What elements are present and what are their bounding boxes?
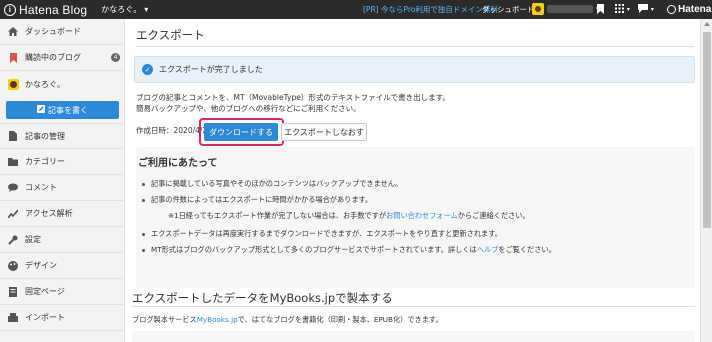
grid-menu-icon[interactable]: ▾ (615, 0, 630, 19)
hatena-blog-logo[interactable]: i Hatena Blog (4, 3, 87, 17)
note-subitem: ※1日経ってもエクスポート作業が完了しない場合は、お手数ですがお問い合わせフォー… (168, 211, 530, 220)
wrench-icon (8, 235, 18, 245)
sidebar-item-articles[interactable]: 記事の管理 (0, 123, 124, 149)
usage-notes-box: ご利用にあたって 記事に掲載している写真やそのほかのコンテンツはバックアップでき… (136, 147, 695, 288)
check-circle-icon: ✓ (142, 64, 153, 75)
user-menu[interactable]: ▾ (532, 3, 600, 15)
main-content: エクスポート ✓ エクスポートが完了しました ブログの記事とコメントを、MT（M… (126, 19, 699, 342)
note-item: 記事に掲載している写真やそのほかのコンテンツはバックアップできません。 (142, 179, 402, 189)
dashboard-link[interactable]: ダッシュボード (482, 0, 535, 19)
contact-form-link[interactable]: お問い合わせフォーム (386, 211, 458, 220)
top-navigation-bar: i Hatena Blog かなろぐ。 ▾ [PR] 今ならPro利用で独自ドメ… (0, 0, 712, 19)
bullet (142, 248, 145, 252)
blog-switcher[interactable]: かなろぐ。 ▾ (101, 4, 148, 15)
hatena-logo-icon (667, 5, 676, 14)
sidebar-item-pages[interactable]: 固定ページ (0, 279, 124, 305)
sidebar-item-label: アクセス解析 (25, 209, 73, 218)
alert-text: エクスポートが完了しました (159, 65, 263, 74)
write-article-button[interactable]: 記事を書く (6, 101, 119, 119)
chart-icon (8, 209, 18, 219)
sidebar-item-label: 購読中のブログ (25, 53, 81, 62)
sidebar-item-label: 設定 (25, 235, 41, 244)
hatena-account-link[interactable]: Hatena (667, 0, 711, 19)
sidebar-item-label: デザイン (25, 261, 57, 270)
document-icon (8, 131, 18, 141)
comment-icon (8, 183, 18, 193)
sidebar-item-label: 記事の管理 (25, 131, 65, 141)
sidebar-item-blog[interactable]: かなろぐ。 (0, 71, 124, 97)
sidebar-item-label: かなろぐ。 (25, 79, 65, 89)
hatena-text: Hatena (678, 4, 712, 15)
sidebar-item-label: カテゴリー (25, 157, 65, 166)
scroll-up-arrow-icon[interactable] (704, 22, 710, 26)
bookmark-icon[interactable] (597, 0, 604, 19)
sidebar-item-label: コメント (25, 183, 57, 192)
sidebar-item-dashboard[interactable]: ダッシュボード (0, 19, 124, 45)
sidebar-item-categories[interactable]: カテゴリー (0, 149, 124, 175)
sidebar-item-label: ダッシュボード (25, 27, 81, 36)
sidebar-item-analytics[interactable]: アクセス解析 (0, 201, 124, 227)
bullet (142, 182, 145, 186)
export-description: ブログの記事とコメントを、MT（MovableType）形式のテキストファイルで… (136, 92, 450, 114)
bookmark-icon (8, 52, 18, 63)
reexport-button[interactable]: エクスポートしなおす (281, 123, 367, 141)
mybooks-description: ブログ製本サービスMyBooks.jpで、はてなブログを書籍化（印刷・製本、EP… (132, 315, 443, 324)
description-line: 簡易バックアップや、他のブログへの移行などにご利用ください。 (136, 104, 361, 113)
notes-title: ご利用にあたって (138, 158, 218, 169)
comment-icon[interactable]: ▾ (638, 0, 654, 19)
sidebar-item-subscriptions[interactable]: 購読中のブログ 4 (0, 45, 124, 71)
import-icon (8, 313, 18, 323)
sidebar-item-comments[interactable]: コメント (0, 175, 124, 201)
note-item: 記事の件数によってはエクスポートに時間がかかる場合があります。 (142, 195, 372, 205)
divider (132, 306, 695, 307)
success-alert: ✓ エクスポートが完了しました (134, 56, 695, 83)
logo-text: Hatena Blog (19, 2, 88, 17)
sidebar-item-design[interactable]: デザイン (0, 253, 124, 279)
vertical-scrollbar[interactable] (700, 19, 712, 342)
user-name-redacted (547, 5, 593, 13)
mybooks-box (132, 331, 695, 342)
unread-count-badge: 4 (111, 53, 120, 62)
mybooks-section-title: エクスポートしたデータをMyBooks.jpで製本する (132, 291, 393, 305)
scrollbar-thumb[interactable] (703, 32, 711, 228)
blog-name: かなろぐ。 (101, 5, 142, 14)
chevron-down-icon: ▾ (144, 5, 149, 14)
promo-link[interactable]: [PR] 今ならPro利用で独自ドメイン無料 (363, 0, 498, 19)
folder-icon (8, 157, 18, 167)
page-title: エクスポート (136, 28, 205, 42)
sidebar: ダッシュボード 購読中のブログ 4 かなろぐ。 記事を書く 記事の管理 カテゴリ… (0, 19, 125, 342)
page-icon (8, 286, 18, 297)
home-icon (8, 27, 18, 37)
help-link[interactable]: ヘルプ (477, 245, 499, 254)
mybooks-link[interactable]: MyBooks.jp (197, 315, 238, 324)
palette-icon (8, 260, 18, 271)
note-item: MT形式はブログのバックアップ形式として多くのブログサービスでサポートされていま… (142, 245, 556, 255)
note-item: エクスポートデータは再度実行するまでダウンロードできますが、エクスポートをやり直… (142, 229, 502, 239)
bullet (142, 232, 145, 236)
user-avatar (532, 3, 544, 15)
divider (136, 46, 694, 47)
avatar (8, 78, 19, 90)
pencil-icon (37, 105, 45, 115)
sidebar-item-import[interactable]: インポート (0, 305, 124, 331)
write-article-label: 記事を書く (48, 105, 88, 115)
sidebar-item-label: 固定ページ (25, 287, 65, 296)
hatena-logo-icon: i (4, 3, 16, 16)
sidebar-item-settings[interactable]: 設定 (0, 227, 124, 253)
description-line: ブログの記事とコメントを、MT（MovableType）形式のテキストファイルで… (136, 93, 450, 102)
sidebar-item-label: インポート (25, 313, 65, 322)
bullet (142, 198, 145, 202)
download-button[interactable]: ダウンロードする (204, 123, 278, 141)
